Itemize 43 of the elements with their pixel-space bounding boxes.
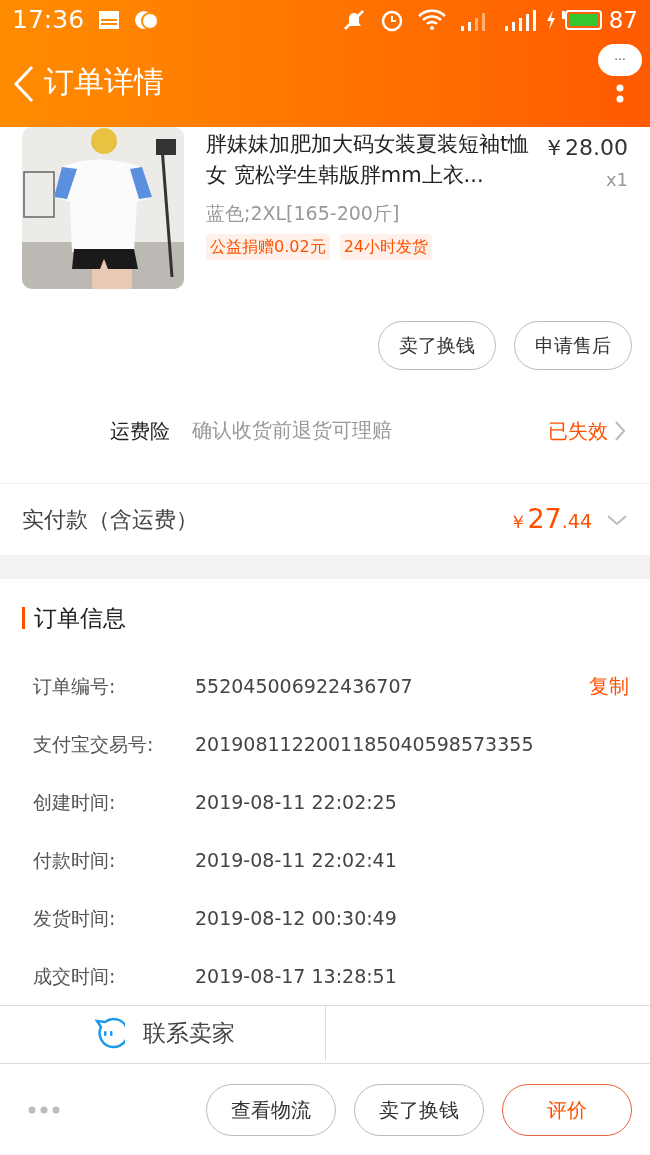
news-icon [98,9,121,31]
info-value: 2019-08-11 22:02:25 [195,789,397,815]
app-icon [134,8,161,32]
chevron-down-icon[interactable] [606,513,628,526]
more-button[interactable]: ··· [598,44,642,76]
product-tag: 公益捐赠0.02元 [206,233,330,260]
product-price: ￥28.00 [543,134,628,162]
product-title: 胖妹妹加肥加大码女装夏装短袖t恤女 宽松学生韩版胖mm上衣... [206,131,531,189]
info-label: 付款时间: [33,847,117,873]
info-label: 成交时间: [33,963,117,989]
battery-percent: 87 [608,5,638,35]
payment-label: 实付款（含运费） [22,506,198,534]
menu-dots-icon[interactable] [616,84,624,104]
signal-icon [502,8,537,32]
action-button[interactable]: 查看物流 [206,1083,336,1136]
product-variant: 蓝色;2XL[165-200斤] [206,201,401,226]
info-value: 552045006922436707 [195,673,413,699]
section-title: 订单信息 [34,603,126,633]
insurance-description: 确认收货前退货可理赔 [192,417,393,444]
action-button[interactable]: 卖了换钱 [354,1083,484,1136]
action-button[interactable]: 卖了换钱 [378,321,496,370]
action-button[interactable]: 申请售后 [514,321,632,370]
payment-amount: ￥27.44 [509,502,592,537]
info-value: 2019-08-11 22:02:41 [195,847,397,873]
info-label: 创建时间: [33,789,117,815]
battery-icon [560,9,603,31]
page-title: 订单详情 [44,63,164,101]
status-time: 17:36 [12,4,85,37]
info-value: 2019081122001185040598573355 [195,731,534,757]
charging-icon [544,9,557,31]
contact-seller-link[interactable]: 联系卖家 [142,1016,235,1051]
back-icon[interactable] [12,63,36,104]
info-value: 2019-08-17 13:28:51 [195,963,397,989]
info-label: 发货时间: [33,905,117,931]
insurance-label: 运费险 [110,417,170,445]
more-dots-icon[interactable] [28,1105,60,1114]
product-quantity: x1 [605,168,628,192]
info-value: 2019-08-12 00:30:49 [195,905,397,931]
wifi-icon [416,8,447,32]
chevron-right-icon[interactable] [614,419,626,442]
info-label: 订单编号: [33,673,117,699]
product-tag: 24小时发货 [339,233,432,260]
info-label: 支付宝交易号: [33,731,155,757]
